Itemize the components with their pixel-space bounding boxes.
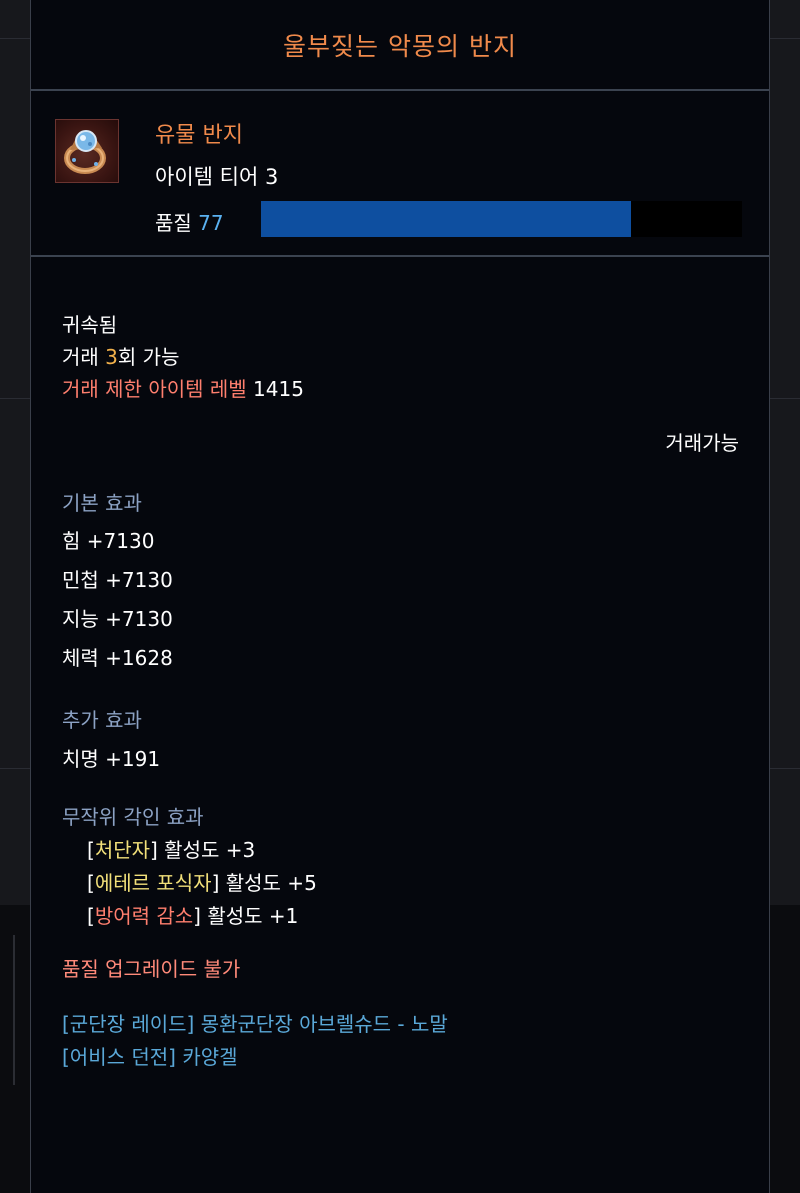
base-effect-line: 민첩 +7130 (62, 568, 173, 592)
extra-effect-line: 치명 +191 (62, 747, 161, 771)
upgrade-note: 품질 업그레이드 불가 (62, 957, 241, 981)
engravings-title: 무작위 각인 효과 (62, 805, 204, 829)
quality-label-text: 품질 (155, 211, 192, 235)
base-effect-line: 지능 +7130 (62, 607, 173, 631)
bracket-close: ] (150, 838, 158, 862)
item-name: 울부짖는 악몽의 반지 (283, 31, 517, 61)
engraving-value: 활성도 +3 (157, 838, 256, 862)
engraving-name: 방어력 감소 (94, 904, 194, 928)
drop-source: [군단장 레이드] 몽환군단장 아브렐슈드 - 노말 (62, 1012, 448, 1036)
base-effect-line: 힘 +7130 (62, 529, 155, 553)
trade-restriction-label: 거래 제한 아이템 레벨 (62, 377, 247, 401)
extra-effects-title: 추가 효과 (62, 708, 142, 732)
background-scroll-edge (13, 935, 15, 1085)
engraving-line: [처단자] 활성도 +3 (87, 834, 255, 863)
tooltip-title-bar: 울부짖는 악몽의 반지 (31, 0, 769, 91)
trade-restriction-level: 1415 (253, 377, 304, 401)
trade-suffix: 회 가능 (117, 345, 180, 369)
bracket-open: [ (87, 871, 95, 895)
ring-icon (55, 119, 119, 183)
item-tier: 아이템 티어 3 (155, 165, 279, 189)
engraving-line: [에테르 포식자] 활성도 +5 (87, 867, 317, 896)
engraving-value: 활성도 +5 (219, 871, 317, 895)
tradable-status: 거래가능 (665, 431, 739, 455)
trade-count-value: 3 (105, 345, 118, 369)
quality-bar-fill (261, 201, 632, 237)
bracket-close: ] (193, 904, 201, 928)
quality-label: 품질 77 (155, 207, 224, 236)
drop-source: [어비스 던전] 카양겔 (62, 1045, 238, 1069)
bound-status: 귀속됨 (62, 313, 118, 337)
quality-bar (261, 201, 742, 237)
item-header: 유물 반지 아이템 티어 3 품질 77 (31, 91, 769, 257)
engraving-name: 처단자 (94, 838, 151, 862)
trade-count: 거래 3회 가능 (62, 341, 179, 370)
engraving-name: 에테르 포식자 (94, 871, 212, 895)
trade-restriction: 거래 제한 아이템 레벨 1415 (62, 373, 304, 402)
quality-value: 77 (198, 211, 224, 235)
bracket-open: [ (87, 904, 95, 928)
item-grade: 유물 반지 (155, 123, 243, 148)
trade-prefix: 거래 (62, 345, 106, 369)
item-tooltip: 울부짖는 악몽의 반지 유물 반지 아이템 티어 3 품질 77 귀속됨 거래 … (30, 0, 770, 1193)
base-effect-line: 체력 +1628 (62, 646, 173, 670)
base-effects-title: 기본 효과 (62, 491, 142, 515)
engraving-line: [방어력 감소] 활성도 +1 (87, 900, 298, 929)
bracket-open: [ (87, 838, 95, 862)
engraving-value: 활성도 +1 (200, 904, 299, 928)
